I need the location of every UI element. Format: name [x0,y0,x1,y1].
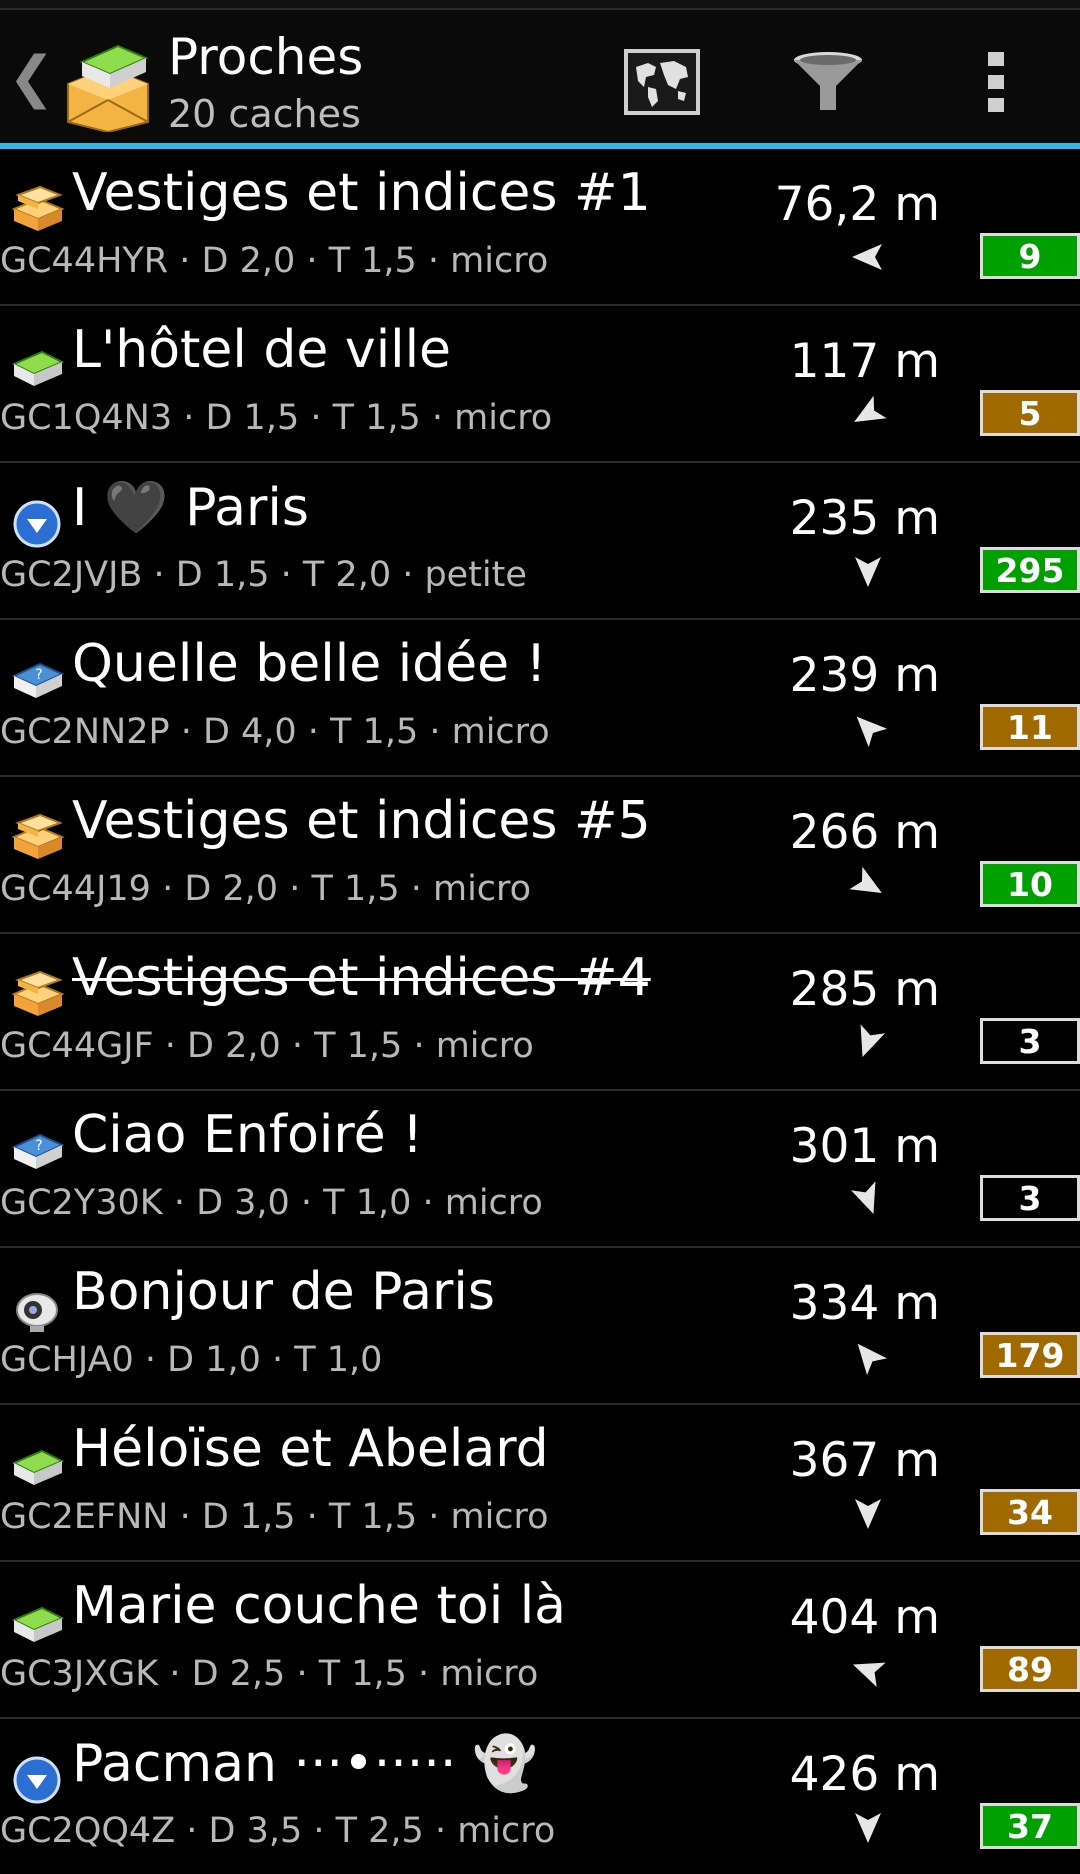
cache-details: GC2EFNN · D 1,5 · T 1,5 · micro [0,1497,549,1537]
find-count-badge: 3 [980,1175,1080,1221]
cache-distance: 239 m [789,648,940,703]
cache-details: GC2Y30K · D 3,0 · T 1,0 · micro [0,1183,543,1223]
direction-arrow-icon [852,1662,886,1688]
find-count-badge: 89 [980,1646,1080,1692]
cache-name: Vestiges et indices #4 [72,948,651,1008]
multi-cache-icon [11,185,65,231]
cache-name: L'hôtel de ville [72,320,452,380]
cache-row[interactable]: ? Ciao Enfoiré ! GC2Y30K · D 3,0 · T 1,0 ·… [0,1091,1080,1248]
direction-arrow-icon [855,1499,881,1529]
cache-row[interactable]: Vestiges et indices #4 GC44GJF · D 2,0 · … [0,934,1080,1091]
find-count-badge: 37 [980,1803,1080,1849]
cache-distance: 367 m [789,1433,940,1488]
find-count-badge: 11 [980,704,1080,750]
filter-button[interactable] [786,40,870,124]
svg-text:?: ? [35,667,42,683]
find-count-badge: 3 [980,1018,1080,1064]
cache-count-subtitle: 20 caches [168,92,361,136]
cache-distance: 76,2 m [774,177,940,232]
cache-details: GC2NN2P · D 4,0 · T 1,5 · micro [0,712,550,752]
cache-details: GC2QQ4Z · D 3,5 · T 2,5 · micro [0,1811,556,1851]
cache-details: GC44GJF · D 2,0 · T 1,5 · micro [0,1026,534,1066]
direction-arrow-icon [854,395,887,422]
mystery-cache-icon: ? [11,662,65,698]
cache-row[interactable]: ? Quelle belle idée ! GC2NN2P · D 4,0 · T … [0,620,1080,777]
traditional-cache-icon [11,1449,65,1485]
direction-arrow-icon [850,1181,876,1215]
direction-arrow-icon [860,1024,886,1058]
cache-name: Marie couche toi là [72,1576,566,1636]
filter-icon [794,52,862,110]
multi-cache-icon [11,813,65,859]
find-count-badge: 295 [980,547,1080,593]
cache-details: GC3JXGK · D 2,5 · T 1,5 · micro [0,1654,539,1694]
direction-arrow-icon [855,557,881,587]
cache-row[interactable]: Héloïse et Abelard GC2EFNN · D 1,5 · T 1,… [0,1405,1080,1562]
cache-distance: 334 m [789,1276,940,1331]
cache-distance: 266 m [789,805,940,860]
find-count-badge: 10 [980,861,1080,907]
find-count-badge: 179 [980,1332,1080,1378]
status-strip [0,0,1080,10]
cache-details: GC1Q4N3 · D 1,5 · T 1,5 · micro [0,398,553,438]
svg-text:?: ? [35,1138,42,1154]
multi-cache-icon [11,970,65,1016]
virtual-cache-icon [13,500,61,548]
find-count-badge: 5 [980,390,1080,436]
cache-row[interactable]: L'hôtel de ville GC1Q4N3 · D 1,5 · T 1,5 … [0,306,1080,463]
cache-details: GC44J19 · D 2,0 · T 1,5 · micro [0,869,532,909]
direction-arrow-icon [856,716,888,748]
cache-distance: 285 m [789,962,940,1017]
cache-row[interactable]: Bonjour de Paris GCHJA0 · D 1,0 · T 1,0 33… [0,1248,1080,1405]
cache-name: Vestiges et indices #1 [72,163,651,223]
cache-name: Héloïse et Abelard [72,1419,549,1479]
find-count-badge: 34 [980,1489,1080,1535]
cache-list: Vestiges et indices #1 GC44HYR · D 2,0 · … [0,149,1080,1874]
find-count-badge: 9 [980,233,1080,279]
overflow-menu-icon [988,52,1004,112]
cache-row[interactable]: I 🖤 Paris GC2JVJB · D 1,5 · T 2,0 · petit… [0,463,1080,620]
webcam-cache-icon [16,1293,58,1332]
direction-arrow-icon [852,244,882,270]
cache-distance: 235 m [789,491,940,546]
cache-name: Quelle belle idée ! [72,634,547,694]
overflow-menu-button[interactable] [954,40,1038,124]
cache-name: Pacman ···•····· 👻 [72,1734,538,1794]
direction-arrow-icon [855,1813,881,1843]
map-icon [624,49,700,115]
cache-name: Vestiges et indices #5 [72,791,651,851]
cache-distance: 426 m [789,1747,940,1802]
cache-row[interactable]: Marie couche toi là GC3JXGK · D 2,5 · T 1… [0,1562,1080,1719]
cache-details: GC44HYR · D 2,0 · T 1,5 · micro [0,241,549,281]
cache-details: GC2JVJB · D 1,5 · T 2,0 · petite [0,555,527,595]
cache-distance: 117 m [789,334,940,389]
cache-name: Bonjour de Paris [72,1262,495,1322]
traditional-cache-icon [11,350,65,386]
map-button[interactable] [620,40,704,124]
cache-distance: 301 m [789,1119,940,1174]
cache-distance: 404 m [789,1590,940,1645]
direction-arrow-icon [857,1343,887,1376]
cache-name: Ciao Enfoiré ! [72,1105,423,1165]
cache-row[interactable]: Vestiges et indices #5 GC44J19 · D 2,0 · … [0,777,1080,934]
cache-row[interactable]: Vestiges et indices #1 GC44HYR · D 2,0 · … [0,149,1080,306]
cache-name: I 🖤 Paris [72,478,309,538]
action-bar: ❮ Proches 20 caches [0,10,1080,143]
virtual-cache-icon [13,1756,61,1804]
cache-details: GCHJA0 · D 1,0 · T 1,0 [0,1340,383,1380]
direction-arrow-icon [849,866,882,893]
traditional-cache-icon [11,1606,65,1642]
back-chevron-icon[interactable]: ❮ [8,50,55,106]
geocache-box-icon[interactable] [62,32,154,132]
mystery-cache-icon: ? [11,1133,65,1169]
page-title: Proches [168,28,364,86]
